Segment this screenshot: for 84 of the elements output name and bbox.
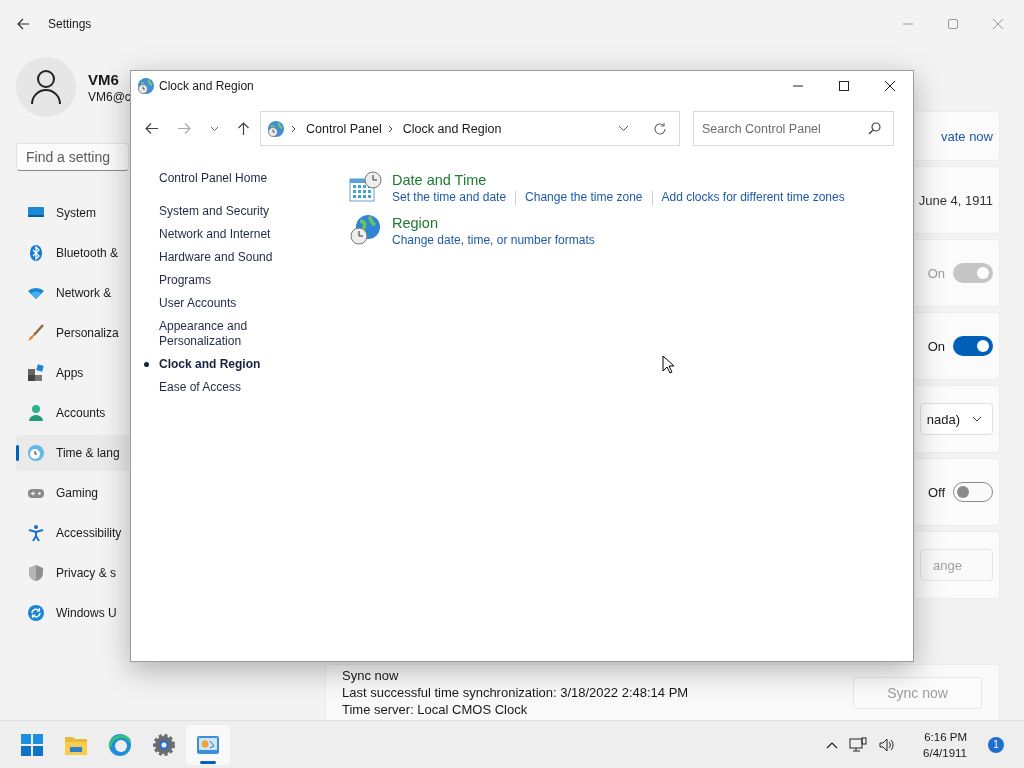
time-text: 6:16 PM [924, 729, 967, 745]
person-icon [29, 69, 63, 105]
toggle-label: Off [927, 484, 945, 500]
start-icon [20, 732, 44, 757]
update-icon [27, 604, 45, 622]
clock[interactable]: 6:16 PM 6/4/1911 [923, 728, 967, 761]
nav-item[interactable]: Personaliza [16, 315, 129, 351]
user-name: VM6 [88, 70, 120, 88]
nav-item[interactable]: Apps [16, 355, 129, 391]
chevron-down-icon [972, 416, 982, 422]
nav-item[interactable]: Gaming [16, 475, 129, 511]
search-field[interactable]: Find a setting [16, 143, 129, 171]
nav-item[interactable]: Time & lang [16, 435, 129, 471]
sidebar-link[interactable]: Clock and Region [159, 357, 309, 372]
toggle-switch[interactable] [953, 336, 993, 356]
nav-item[interactable]: Bluetooth & [16, 235, 129, 271]
task-link[interactable]: Add clocks for different time zones [661, 190, 845, 205]
nav-item[interactable]: Network & [16, 275, 129, 311]
sidebar-link[interactable]: Appearance and Personalization [159, 319, 309, 349]
window-title: Clock and Region [159, 79, 254, 93]
nav-item[interactable]: Accessibility [16, 515, 129, 551]
task-link[interactable]: Change date, time, or number formats [392, 233, 595, 248]
nav-item[interactable]: Privacy & s [16, 555, 129, 591]
window-title: Settings [48, 17, 92, 31]
brush-icon [27, 324, 45, 342]
forward-icon[interactable] [177, 122, 192, 135]
sync-title: Sync now [342, 667, 400, 684]
toggle-switch[interactable] [953, 482, 993, 502]
user-email: VM6@c [88, 89, 131, 104]
dropdown[interactable]: nada) [920, 403, 993, 435]
breadcrumb-item[interactable]: Control Panel [306, 121, 382, 136]
cursor-icon [662, 355, 675, 374]
back-icon[interactable] [16, 17, 30, 31]
chevron-down-icon[interactable] [210, 125, 219, 132]
sidebar-link[interactable]: Hardware and Sound [159, 250, 309, 265]
breadcrumb-item[interactable]: Clock and Region [402, 121, 502, 136]
toggle-label: On [927, 265, 945, 281]
sidebar-link[interactable]: Network and Internet [159, 227, 309, 242]
clock-icon [27, 444, 45, 462]
task-link[interactable]: Set the time and date [392, 190, 507, 205]
shield-icon [27, 564, 45, 582]
gear-icon [152, 732, 176, 757]
task-link[interactable]: Change the time zone [525, 190, 643, 205]
date-text: June 4, 1911 [918, 192, 993, 208]
close-icon[interactable] [990, 16, 1006, 32]
search-field[interactable]: Search Control Panel [693, 111, 894, 146]
chevron-up-icon[interactable] [826, 740, 839, 749]
chevron-right-icon [291, 124, 296, 133]
link[interactable]: vate now [940, 128, 993, 144]
apps-icon [27, 364, 45, 382]
globe-clock-icon [137, 77, 155, 95]
network-icon[interactable] [849, 736, 868, 753]
sidebar-link[interactable]: Programs [159, 273, 309, 288]
sync-detail: Last successful time synchronization: 3/18/2022 2:48:14 PM [342, 684, 689, 701]
bullet-icon [144, 362, 149, 367]
taskbar-app[interactable] [186, 724, 230, 765]
sidebar-link[interactable]: Control Panel Home [159, 171, 349, 186]
nav-item[interactable]: System [16, 195, 129, 231]
refresh-icon[interactable] [653, 121, 667, 136]
address-bar[interactable]: Control Panel Clock and Region [260, 111, 680, 146]
speaker-icon[interactable] [878, 736, 897, 753]
category-link[interactable]: Date and Time [392, 171, 845, 189]
accessibility-icon [27, 524, 45, 542]
nav-item[interactable]: Accounts [16, 395, 129, 431]
back-icon[interactable] [144, 122, 159, 135]
person-icon [27, 404, 45, 422]
chevron-down-icon[interactable] [618, 125, 629, 132]
sidebar-link[interactable]: Ease of Access [159, 380, 309, 395]
date-text: 6/4/1911 [923, 745, 967, 761]
bluetooth-icon [27, 244, 45, 262]
sidebar-link[interactable]: System and Security [159, 204, 309, 219]
category-link[interactable]: Region [392, 214, 595, 232]
search-icon [868, 122, 881, 135]
nav-item[interactable]: Windows U [16, 595, 129, 631]
notification-badge[interactable]: 1 [988, 736, 1004, 753]
up-arrow-icon[interactable] [237, 121, 250, 136]
globe-icon [267, 119, 285, 138]
chevron-right-icon [387, 124, 393, 133]
browser-icon [108, 732, 132, 757]
toggle-label: On [927, 338, 945, 354]
sync-detail: Time server: Local CMOS Clock [342, 701, 529, 718]
sidebar-link[interactable]: User Accounts [159, 296, 309, 311]
calendar-clock-icon [349, 171, 383, 203]
globe-clock-icon [349, 214, 383, 246]
